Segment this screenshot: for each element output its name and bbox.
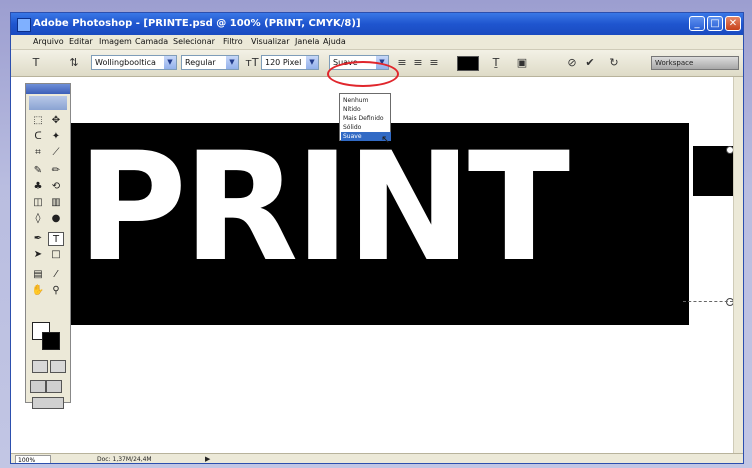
warp-text-icon[interactable]: Ṯ: [489, 56, 503, 70]
hand-icon[interactable]: ✋: [30, 284, 46, 298]
dodge-icon[interactable]: ●: [48, 212, 64, 226]
font-size-select[interactable]: 120 Pixel ▼: [261, 55, 319, 70]
banner-continuation: [693, 146, 733, 196]
gradient-icon[interactable]: ▥: [48, 196, 64, 210]
commit-icon[interactable]: ✔: [583, 56, 597, 70]
font-size-value: 120 Pixel: [265, 58, 302, 67]
path-select-icon[interactable]: ➤: [30, 248, 46, 262]
eyedropper-icon[interactable]: ⁄: [48, 268, 64, 282]
toolbox-titlebar[interactable]: [26, 84, 70, 94]
blur-icon[interactable]: ◊: [30, 212, 46, 226]
status-bar: 100% Doc: 1,37M/24,4M ▶: [11, 453, 743, 463]
menu-janela[interactable]: Janela: [295, 37, 319, 46]
move-icon[interactable]: ✥: [48, 114, 64, 128]
magic-wand-icon[interactable]: ✦: [48, 130, 64, 144]
jump-to-imageready-icon[interactable]: [32, 397, 64, 409]
cancel-icon[interactable]: ⊘: [565, 56, 579, 70]
font-style-value: Regular: [185, 58, 216, 67]
quick-mask-icon[interactable]: [50, 360, 66, 373]
chevron-down-icon: ▼: [226, 56, 238, 69]
zoom-field[interactable]: 100%: [15, 455, 51, 463]
text-orientation-icon[interactable]: ⇅: [67, 56, 81, 70]
pen-icon[interactable]: ✒: [30, 232, 46, 246]
brush-icon[interactable]: ✎: [30, 164, 46, 178]
menu-visualizar[interactable]: Visualizar: [251, 37, 290, 46]
zoom-icon[interactable]: ⚲: [48, 284, 64, 298]
history-brush-icon[interactable]: ⟲: [48, 180, 64, 194]
lasso-icon[interactable]: ᑕ: [30, 130, 46, 144]
chevron-down-icon: ▼: [306, 56, 318, 69]
chevron-down-icon: ▼: [164, 56, 176, 69]
document-info: Doc: 1,37M/24,4M: [97, 456, 152, 463]
eraser-icon[interactable]: ◫: [30, 196, 46, 210]
font-size-icon: ᴛT: [245, 56, 259, 69]
vertical-scrollbar[interactable]: [733, 77, 743, 453]
window-title: Adobe Photoshop - [PRINTE.psd @ 100% (PR…: [33, 18, 361, 29]
font-style-select[interactable]: Regular ▼: [181, 55, 239, 70]
menu-bar: Arquivo Editar Imagem Camada Selecionar …: [11, 35, 743, 50]
file-browser-icon[interactable]: ↻: [607, 56, 621, 70]
menu-camada[interactable]: Camada: [135, 37, 168, 46]
toolbox: ⬚ ✥ ᑕ ✦ ⌗ ⟋ ✎ ✏ ♣ ⟲ ◫ ▥ ◊ ● ✒ T ➤ □ ▤ ⁄ …: [25, 83, 71, 409]
workspace-button[interactable]: Workspace: [651, 56, 739, 70]
text-color-swatch[interactable]: [457, 56, 479, 71]
align-left-icon[interactable]: ≡: [395, 56, 409, 70]
menu-filtro[interactable]: Filtro: [223, 37, 243, 46]
align-center-icon[interactable]: ≡: [411, 56, 425, 70]
mouse-cursor-icon: ↖: [381, 133, 391, 146]
full-screen-menu-icon[interactable]: [46, 380, 62, 393]
print-text-layer[interactable]: PRINT: [77, 133, 570, 283]
align-right-icon[interactable]: ≡: [427, 56, 441, 70]
pencil-icon[interactable]: ✏: [48, 164, 64, 178]
crop-icon[interactable]: ⌗: [30, 146, 46, 160]
antialias-option-strong[interactable]: Sólido: [341, 123, 391, 132]
title-bar: Adobe Photoshop - [PRINTE.psd @ 100% (PR…: [11, 13, 743, 35]
antialias-option-sharp[interactable]: Nítido: [341, 105, 391, 114]
menu-imagem[interactable]: Imagem: [99, 37, 132, 46]
shape-icon[interactable]: □: [48, 248, 64, 262]
close-button[interactable]: ✕: [725, 16, 741, 31]
menu-selecionar[interactable]: Selecionar: [173, 37, 215, 46]
antialias-option-none[interactable]: Nenhum: [341, 96, 391, 105]
type-tool-icon[interactable]: T: [29, 56, 43, 70]
notes-icon[interactable]: ▤: [30, 268, 46, 282]
minimize-button[interactable]: _: [689, 16, 705, 31]
type-icon[interactable]: T: [48, 232, 64, 246]
menu-arquivo[interactable]: Arquivo: [33, 37, 64, 46]
slice-icon[interactable]: ⟋: [48, 146, 64, 160]
maximize-button[interactable]: □: [707, 16, 723, 31]
highlight-circle: [327, 61, 399, 87]
palettes-icon[interactable]: ▣: [515, 56, 529, 70]
font-family-select[interactable]: Wollingbooltica ▼: [91, 55, 177, 70]
stamp-icon[interactable]: ♣: [30, 180, 46, 194]
photoshop-app-icon: [17, 18, 31, 32]
menu-editar[interactable]: Editar: [69, 37, 93, 46]
screen-mode-icon[interactable]: [30, 380, 46, 393]
font-family-value: Wollingbooltica: [95, 58, 156, 67]
background-color-swatch[interactable]: [42, 332, 60, 350]
photoshop-window: Adobe Photoshop - [PRINTE.psd @ 100% (PR…: [10, 12, 744, 464]
bounding-box-edge: [683, 301, 733, 302]
antialias-option-crisp[interactable]: Mais Definido: [341, 114, 391, 123]
menu-ajuda[interactable]: Ajuda: [323, 37, 346, 46]
standard-mode-icon[interactable]: [32, 360, 48, 373]
photoshop-logo[interactable]: [29, 96, 67, 110]
marquee-icon[interactable]: ⬚: [30, 114, 46, 128]
info-menu-arrow-icon[interactable]: ▶: [205, 455, 215, 463]
